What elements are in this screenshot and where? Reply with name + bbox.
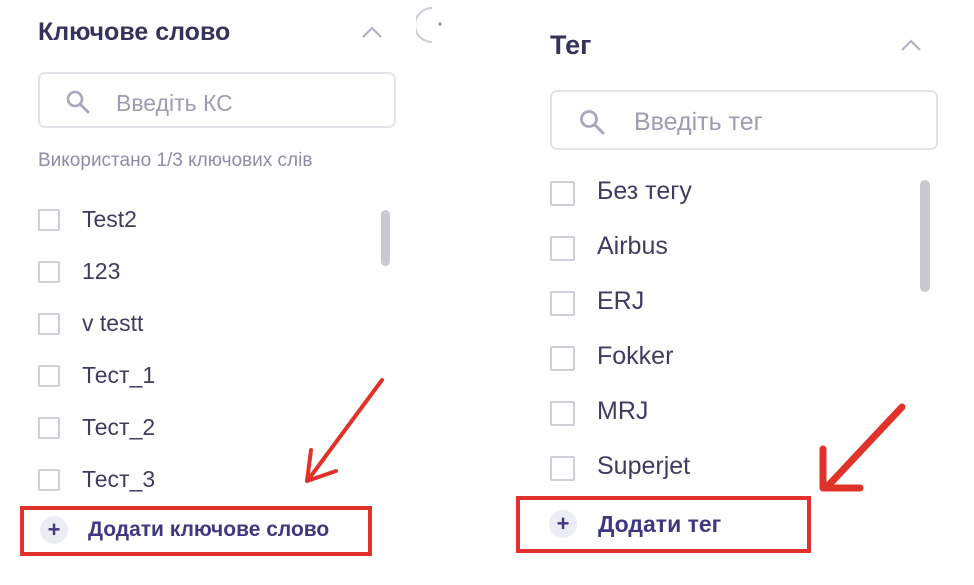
red-arrow-icon [819,403,906,492]
annotation-arrows [305,378,906,492]
red-arrow-icon [305,378,384,483]
